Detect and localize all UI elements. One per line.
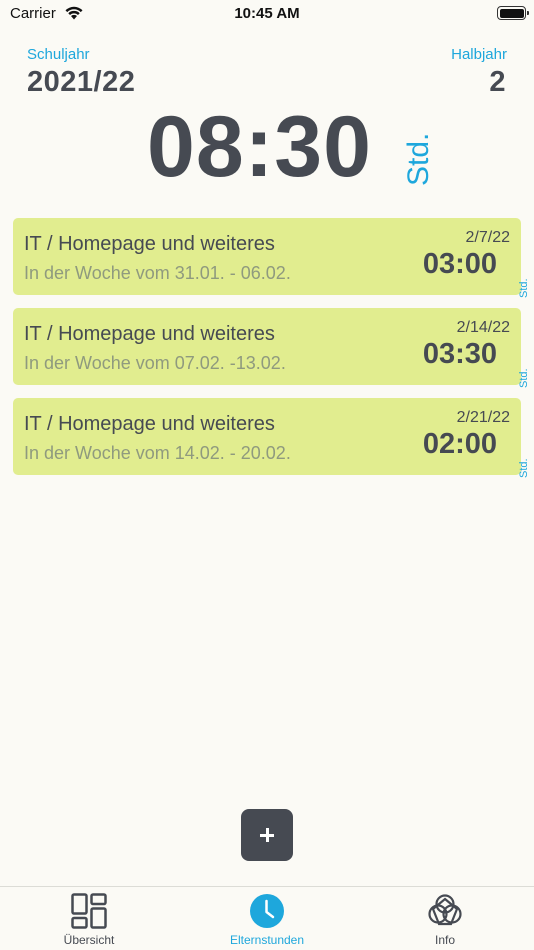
flower-info-icon [428, 894, 462, 926]
tab-elternstunden[interactable]: Elternstunden [178, 887, 356, 950]
hours-entry-card[interactable]: IT / Homepage und weiteres In der Woche … [13, 398, 530, 478]
status-bar: Carrier 10:45 AM [0, 0, 534, 30]
entry-hours-unit: Std. [518, 368, 530, 388]
entry-hours-unit: Std. [518, 278, 530, 298]
status-time: 10:45 AM [234, 5, 300, 22]
clock-icon [250, 894, 284, 928]
entry-hours: 02:00 [422, 428, 497, 460]
tab-label: Info [434, 933, 455, 947]
entry-hours: 03:30 [422, 338, 497, 370]
school-year-label: Schuljahr [27, 46, 90, 63]
semester-value[interactable]: 2 [489, 66, 506, 99]
entry-week-range: In der Woche vom 31.01. - 06.02. [24, 263, 291, 283]
tab-label: Elternstunden [229, 933, 305, 947]
entry-week-range: In der Woche vom 14.02. - 20.02. [24, 443, 291, 463]
add-entry-button[interactable] [241, 809, 293, 861]
entry-title: IT / Homepage und weiteres [24, 323, 275, 345]
school-year-value[interactable]: 2021/22 [27, 66, 135, 99]
entry-week-range: In der Woche vom 07.02. -13.02. [24, 353, 286, 373]
entry-title: IT / Homepage und weiteres [24, 233, 275, 255]
tab-bar: Übersicht Elternstunden Info [0, 886, 534, 950]
entry-date: 2/21/22 [456, 409, 510, 426]
total-hours-unit: Std. [402, 132, 435, 186]
entry-date: 2/7/22 [465, 229, 510, 246]
tab-info[interactable]: Info [356, 887, 534, 950]
battery-icon [497, 6, 529, 20]
entry-hours: 03:00 [422, 248, 497, 280]
entry-title: IT / Homepage und weiteres [24, 413, 275, 435]
dashboard-grid-icon [71, 893, 107, 929]
entry-date: 2/14/22 [456, 319, 510, 336]
tab-uebersicht[interactable]: Übersicht [0, 887, 178, 950]
hours-entry-card[interactable]: IT / Homepage und weiteres In der Woche … [13, 308, 530, 388]
entry-hours-unit: Std. [518, 458, 530, 478]
total-hours: 08:30 [147, 99, 372, 195]
tab-label: Übersicht [63, 933, 115, 947]
semester-label: Halbjahr [451, 46, 507, 63]
hours-entry-card[interactable]: IT / Homepage und weiteres In der Woche … [13, 218, 530, 298]
